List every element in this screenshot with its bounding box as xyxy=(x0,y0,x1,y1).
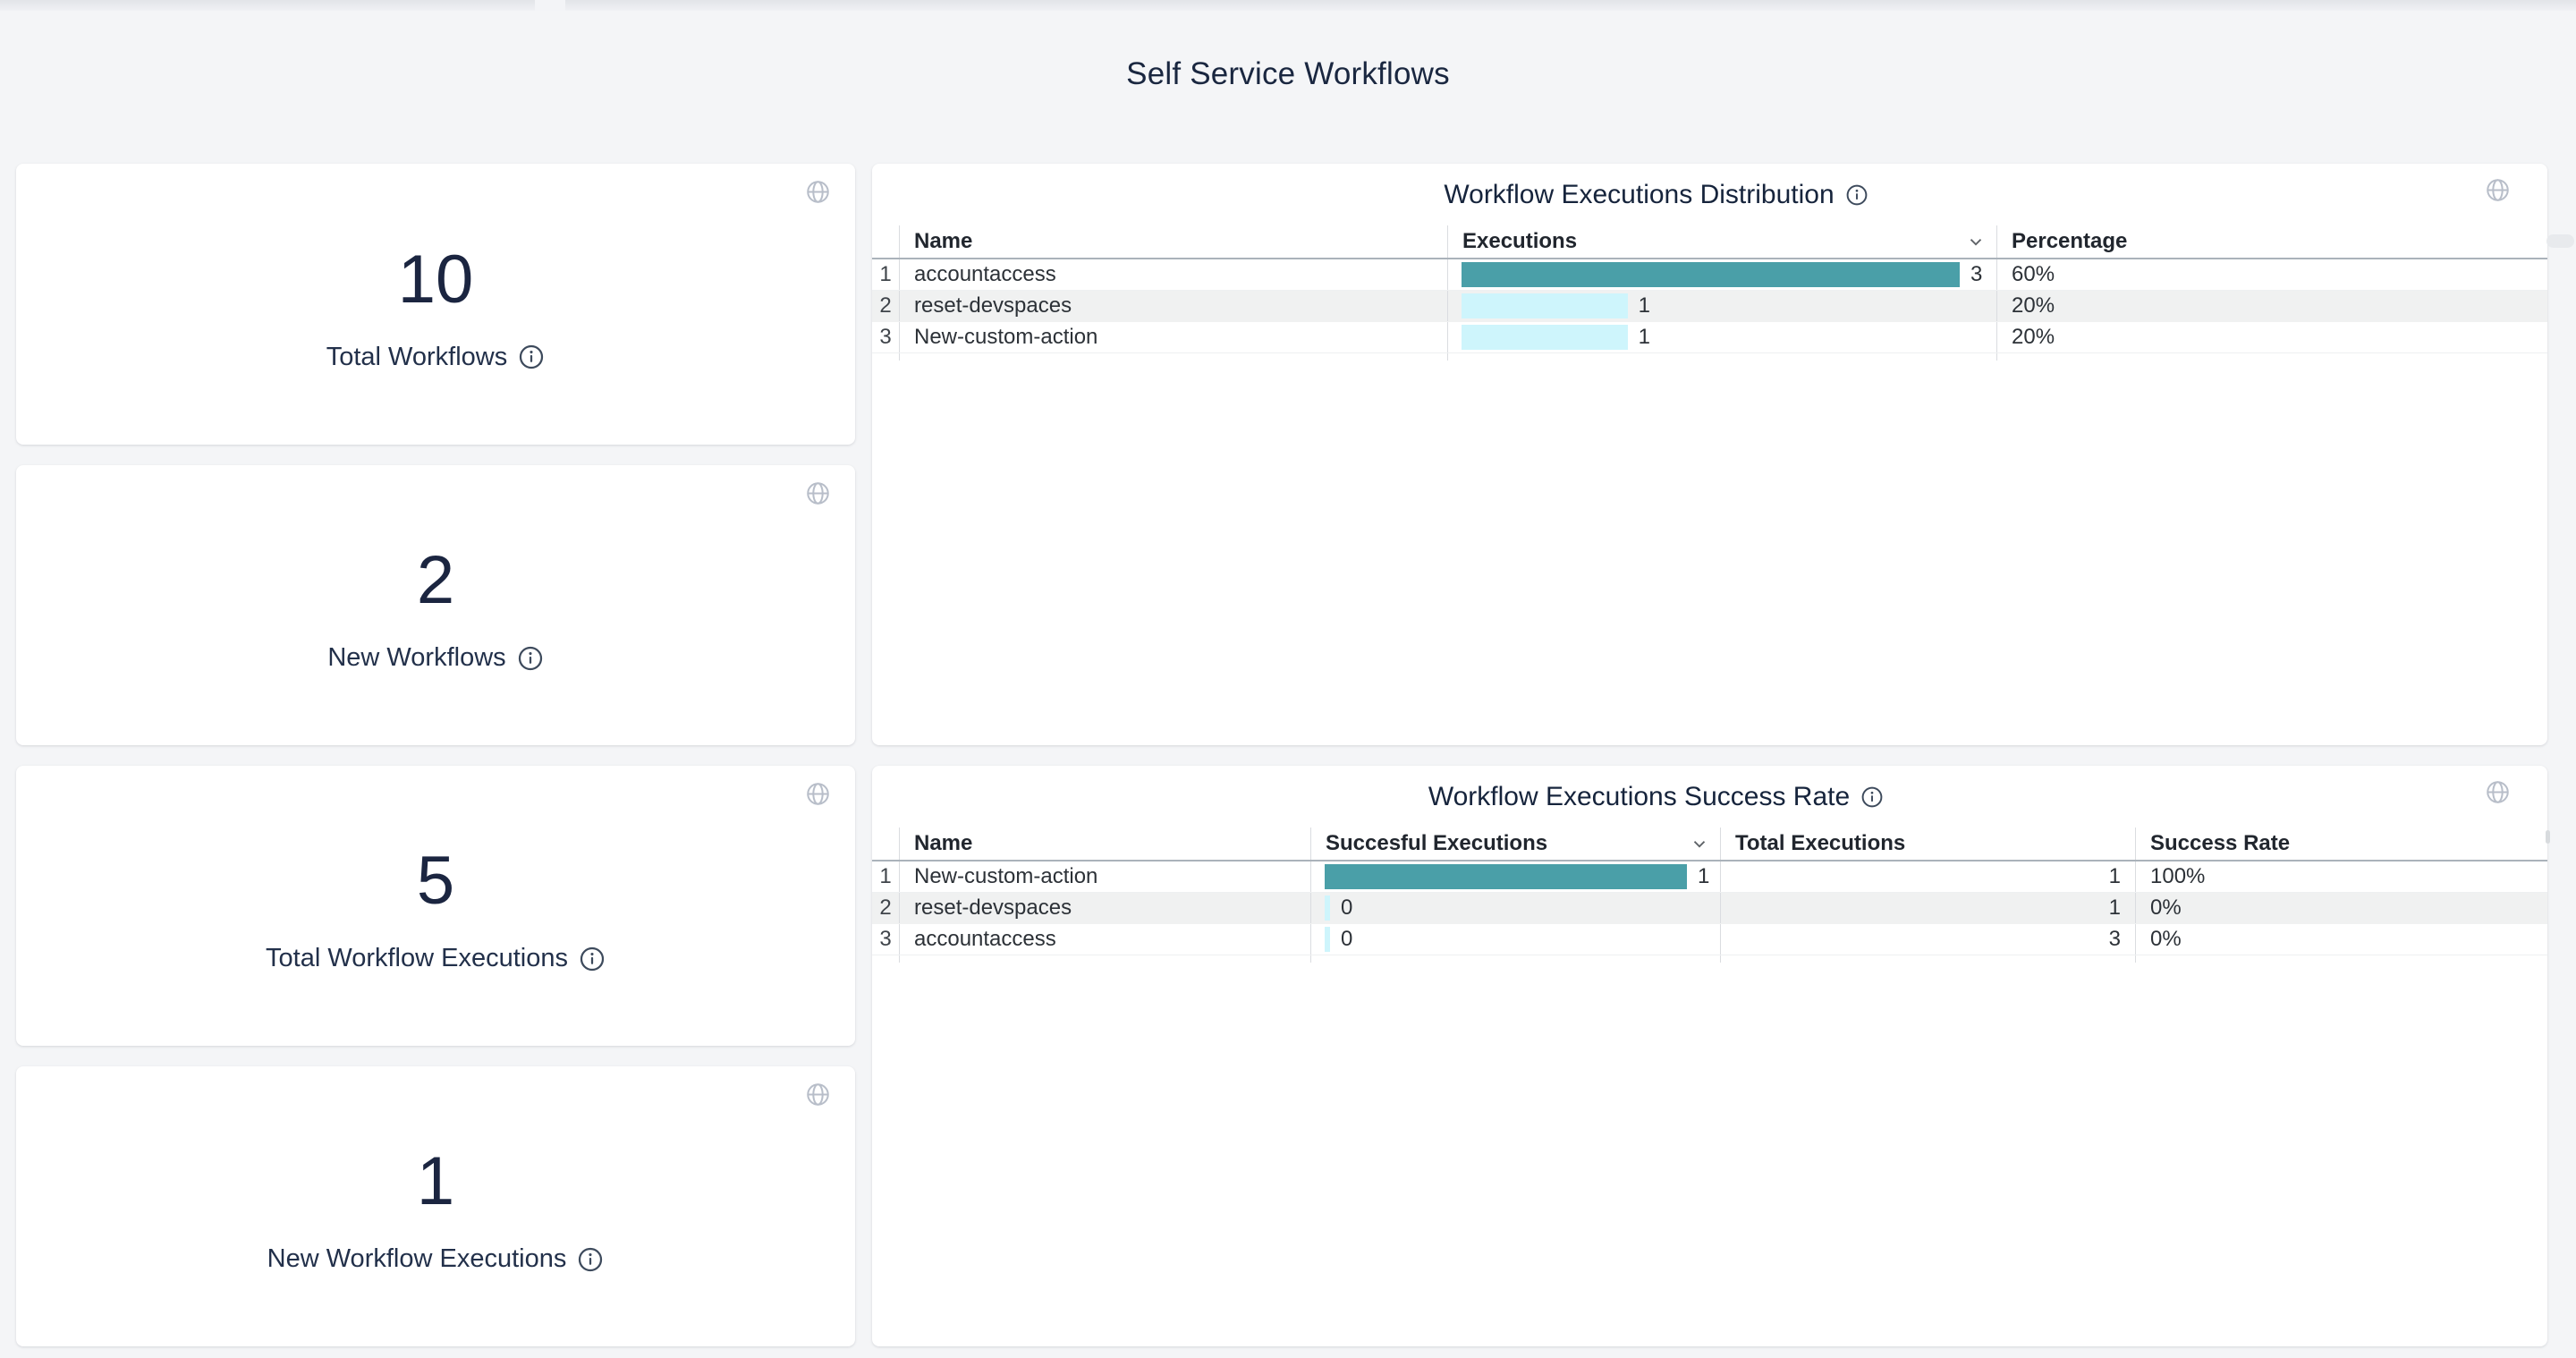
header-name[interactable]: Name xyxy=(899,828,1310,860)
success-rate-value: 0% xyxy=(2135,893,2547,923)
executions-distribution-table: Name Executions Percentage 1 accountacce… xyxy=(872,225,2547,361)
workflow-name: accountaccess xyxy=(899,924,1310,955)
success-rate-table: Name Succesful Executions Total Executio… xyxy=(872,828,2547,963)
workflow-name: New-custom-action xyxy=(899,322,1447,352)
info-icon[interactable] xyxy=(1845,183,1868,207)
header-executions[interactable]: Executions xyxy=(1447,225,1996,258)
executions-bar xyxy=(1462,293,1628,318)
stat-label: Total Workflow Executions xyxy=(266,944,568,973)
executions-bar xyxy=(1462,262,1960,287)
stat-card-total-workflow-executions: 5 Total Workflow Executions xyxy=(16,766,855,1046)
successful-value: 0 xyxy=(1341,927,1352,952)
percentage-value: 20% xyxy=(1996,291,2547,321)
info-icon[interactable] xyxy=(518,344,545,370)
column-border-spill xyxy=(872,955,2547,963)
globe-icon[interactable] xyxy=(806,1082,830,1107)
row-index: 1 xyxy=(872,861,899,892)
workflow-name: accountaccess xyxy=(899,259,1447,290)
page-title: Self Service Workflows xyxy=(0,56,2576,92)
total-executions-value: 1 xyxy=(1720,861,2135,892)
scrollbar-thumb[interactable] xyxy=(2546,234,2574,248)
panel-title: Workflow Executions Distribution xyxy=(1444,180,1834,210)
sort-desc-chevron-icon[interactable] xyxy=(1966,232,1986,251)
row-index: 3 xyxy=(872,924,899,955)
executions-bar xyxy=(1462,325,1628,350)
stat-label: Total Workflows xyxy=(326,343,508,372)
table-row[interactable]: 1 New-custom-action 1 1 100% xyxy=(872,861,2547,893)
table-row[interactable]: 3 accountaccess 0 3 0% xyxy=(872,924,2547,955)
row-index: 3 xyxy=(872,322,899,352)
info-icon[interactable] xyxy=(517,645,544,672)
stat-card-total-workflows: 10 Total Workflows xyxy=(16,164,855,445)
header-executions-label: Executions xyxy=(1462,229,1577,254)
info-icon[interactable] xyxy=(1860,785,1884,809)
globe-icon[interactable] xyxy=(2486,780,2510,804)
executions-value: 1 xyxy=(1639,325,1650,350)
globe-icon[interactable] xyxy=(2486,178,2510,202)
dashboard-grid: 10 Total Workflows Workflow Executions D… xyxy=(16,164,2547,1346)
info-icon[interactable] xyxy=(579,946,606,972)
percentage-value: 60% xyxy=(1996,259,2547,290)
top-edge-strip xyxy=(0,0,2576,11)
sort-desc-chevron-icon[interactable] xyxy=(1690,834,1709,853)
successful-value: 0 xyxy=(1341,895,1352,921)
globe-icon[interactable] xyxy=(806,481,830,505)
column-border-spill xyxy=(872,353,2547,361)
panel-workflow-executions-distribution: Workflow Executions Distribution Name Ex… xyxy=(872,164,2547,745)
header-success-rate[interactable]: Success Rate xyxy=(2135,828,2547,860)
row-index: 1 xyxy=(872,259,899,290)
stat-value: 5 xyxy=(417,847,454,915)
info-icon[interactable] xyxy=(577,1246,604,1273)
table-header-row: Name Executions Percentage xyxy=(872,225,2547,259)
row-index: 2 xyxy=(872,893,899,923)
successful-executions-bar xyxy=(1325,864,1687,889)
row-index: 2 xyxy=(872,291,899,321)
total-executions-value: 3 xyxy=(1720,924,2135,955)
stat-label: New Workflow Executions xyxy=(267,1244,567,1274)
header-total-executions[interactable]: Total Executions xyxy=(1720,828,2135,860)
panel-workflow-executions-success-rate: Workflow Executions Success Rate Name Su… xyxy=(872,766,2547,1346)
globe-icon[interactable] xyxy=(806,180,830,204)
header-percentage[interactable]: Percentage xyxy=(1996,225,2547,258)
percentage-value: 20% xyxy=(1996,322,2547,352)
stat-card-new-workflow-executions: 1 New Workflow Executions xyxy=(16,1066,855,1346)
successful-executions-bar xyxy=(1325,927,1330,952)
table-row[interactable]: 2 reset-devspaces 1 20% xyxy=(872,291,2547,322)
success-rate-value: 100% xyxy=(2135,861,2547,892)
workflow-name: New-custom-action xyxy=(899,861,1310,892)
header-name[interactable]: Name xyxy=(899,225,1447,258)
total-executions-value: 1 xyxy=(1720,893,2135,923)
successful-executions-bar xyxy=(1325,895,1330,921)
stat-card-new-workflows: 2 New Workflows xyxy=(16,465,855,745)
header-successful-label: Succesful Executions xyxy=(1326,831,1547,856)
success-rate-value: 0% xyxy=(2135,924,2547,955)
table-row[interactable]: 3 New-custom-action 1 20% xyxy=(872,322,2547,353)
table-row[interactable]: 1 accountaccess 3 60% xyxy=(872,259,2547,291)
stat-value: 1 xyxy=(417,1148,454,1216)
globe-icon[interactable] xyxy=(806,782,830,806)
stat-value: 2 xyxy=(417,547,454,615)
workflow-name: reset-devspaces xyxy=(899,893,1310,923)
header-index xyxy=(872,225,899,258)
executions-value: 3 xyxy=(1970,262,1982,287)
panel-title: Workflow Executions Success Rate xyxy=(1428,782,1850,812)
table-row[interactable]: 2 reset-devspaces 0 1 0% xyxy=(872,893,2547,924)
workflow-name: reset-devspaces xyxy=(899,291,1447,321)
table-header-row: Name Succesful Executions Total Executio… xyxy=(872,828,2547,861)
top-edge-notch xyxy=(535,0,565,11)
stat-label: New Workflows xyxy=(327,643,505,673)
executions-value: 1 xyxy=(1639,293,1650,318)
stat-value: 10 xyxy=(398,246,474,314)
header-index xyxy=(872,828,899,860)
successful-value: 1 xyxy=(1698,864,1709,889)
header-successful-executions[interactable]: Succesful Executions xyxy=(1310,828,1720,860)
scrollbar-thumb[interactable] xyxy=(2546,830,2550,844)
